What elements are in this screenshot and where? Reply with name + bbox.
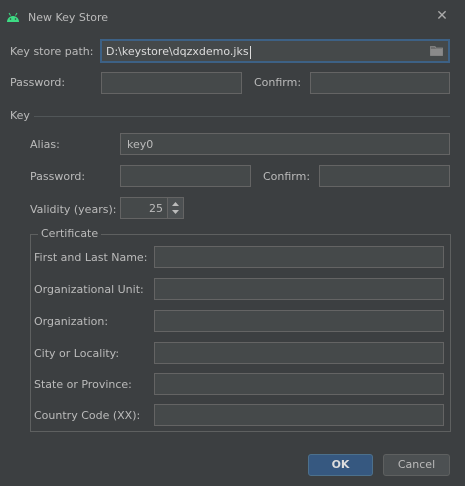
key-confirm-input[interactable]: [319, 165, 450, 187]
arrow-down-icon: [172, 210, 179, 214]
window-title: New Key Store: [28, 11, 109, 24]
keystore-password-input[interactable]: [101, 72, 242, 94]
folder-icon[interactable]: [430, 45, 443, 56]
city-locality-input[interactable]: [154, 342, 444, 364]
alias-label: Alias:: [30, 138, 60, 151]
organization-label: Organization:: [34, 315, 109, 328]
organization-input[interactable]: [154, 310, 444, 332]
keystore-confirm-input[interactable]: [310, 72, 450, 94]
state-province-label: State or Province:: [34, 378, 132, 391]
city-locality-label: City or Locality:: [34, 347, 120, 360]
text-caret: [249, 45, 251, 59]
keystore-password-label: Password:: [10, 76, 66, 89]
arrow-up-icon: [172, 202, 179, 206]
key-store-path-label: Key store path:: [10, 45, 94, 58]
first-last-name-input[interactable]: [154, 246, 444, 268]
state-province-input[interactable]: [154, 373, 444, 395]
key-section-title: Key: [10, 109, 30, 122]
certificate-legend: Certificate: [38, 227, 102, 240]
validity-spinner-arrows[interactable]: [167, 197, 184, 219]
keystore-confirm-label: Confirm:: [254, 76, 302, 89]
ok-button[interactable]: OK: [308, 454, 373, 476]
alias-input[interactable]: [120, 133, 450, 155]
first-last-name-label: First and Last Name:: [34, 251, 148, 264]
key-confirm-label: Confirm:: [263, 170, 311, 183]
validity-spinner-input[interactable]: [120, 197, 168, 219]
android-icon: [7, 12, 19, 22]
key-password-input[interactable]: [120, 165, 251, 187]
organizational-unit-input[interactable]: [154, 278, 444, 300]
country-code-input[interactable]: [154, 404, 444, 426]
key-password-label: Password:: [30, 170, 86, 183]
key-section-divider: [34, 116, 450, 117]
organizational-unit-label: Organizational Unit:: [34, 283, 144, 296]
key-store-path-value: D:\keystore\dqzxdemo.jks: [106, 45, 251, 59]
cancel-button[interactable]: Cancel: [383, 454, 450, 476]
country-code-label: Country Code (XX):: [34, 409, 141, 422]
validity-label: Validity (years):: [30, 203, 117, 216]
close-icon[interactable]: ✕: [435, 9, 449, 23]
